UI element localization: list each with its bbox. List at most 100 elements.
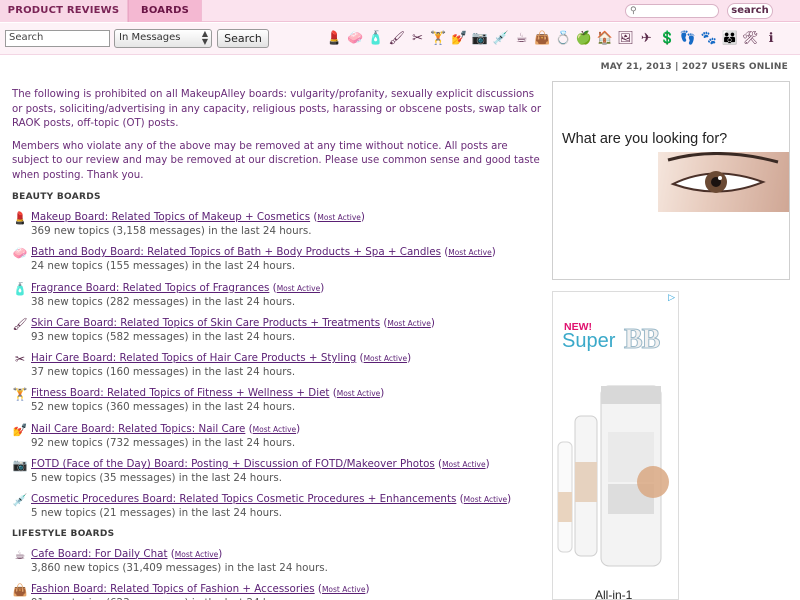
board-link[interactable]: Cosmetic Procedures Board: Related Topic… bbox=[31, 493, 456, 505]
search-scope-value: In Messages bbox=[119, 32, 181, 43]
board-icon: 📷 bbox=[12, 458, 28, 473]
board-link[interactable]: FOTD (Face of the Day) Board: Posting + … bbox=[31, 458, 435, 470]
board-stats: 52 new topics (360 messages) in the last… bbox=[31, 401, 296, 414]
most-active-link[interactable]: Most Active bbox=[448, 248, 492, 257]
paren-close: ) bbox=[507, 493, 512, 506]
frame-icon[interactable]: 🖼 bbox=[615, 28, 636, 48]
board-item: 💄 Makeup Board: Related Topics of Makeup … bbox=[12, 210, 542, 245]
advertisement-banner[interactable]: What are you looking for? bbox=[552, 81, 790, 280]
board-icon: 🏋 bbox=[12, 387, 28, 402]
paw-icon[interactable]: 🐾 bbox=[698, 28, 719, 48]
most-active-link[interactable]: Most Active bbox=[253, 425, 297, 434]
board-link[interactable]: Bath and Body Board: Related Topics of B… bbox=[31, 246, 441, 258]
nail-polish-icon[interactable]: 💅 bbox=[449, 28, 470, 48]
ring-icon[interactable]: 💍 bbox=[553, 28, 574, 48]
soap-icon[interactable]: 🧼 bbox=[345, 28, 366, 48]
board-stats: 5 new topics (21 messages) in the last 2… bbox=[31, 507, 283, 520]
paren-open: ( bbox=[245, 422, 253, 435]
board-icon: 👜 bbox=[12, 582, 28, 597]
tab-product-reviews[interactable]: PRODUCT REVIEWS bbox=[0, 0, 128, 22]
site-search-input[interactable]: ⚲ bbox=[625, 4, 719, 18]
lifestyle-boards-heading: LIFESTYLE BOARDS bbox=[12, 528, 115, 539]
paren-close: ) bbox=[380, 387, 385, 400]
most-active-link[interactable]: Most Active bbox=[337, 389, 381, 398]
most-active-link[interactable]: Most Active bbox=[387, 319, 431, 328]
board-icon: 💅 bbox=[12, 422, 28, 437]
skincare-tube-icon[interactable]: 🖌 bbox=[386, 28, 407, 48]
paren-open: ( bbox=[167, 547, 175, 560]
board-search-button[interactable]: Search bbox=[217, 29, 269, 48]
board-link[interactable]: Nail Care Board: Related Topics: Nail Ca… bbox=[31, 423, 245, 435]
paren-close: ) bbox=[218, 547, 223, 560]
board-link[interactable]: Cafe Board: For Daily Chat bbox=[31, 548, 168, 560]
board-stats: 92 new topics (732 messages) in the last… bbox=[31, 436, 296, 449]
board-item: 💅 Nail Care Board: Related Topics: Nail C… bbox=[12, 422, 542, 457]
ad-headline: What are you looking for? bbox=[562, 131, 728, 147]
site-search-button[interactable]: search bbox=[727, 3, 773, 19]
paren-close: ) bbox=[320, 281, 325, 294]
most-active-link[interactable]: Most Active bbox=[442, 460, 486, 469]
board-stats: 369 new topics (3,158 messages) in the l… bbox=[31, 225, 312, 237]
paren-open: ( bbox=[314, 582, 322, 595]
most-active-link[interactable]: Most Active bbox=[364, 354, 408, 363]
tools-icon[interactable]: 🛠 bbox=[740, 28, 761, 48]
most-active-link[interactable]: Most Active bbox=[322, 585, 366, 594]
perfume-icon[interactable]: 🧴 bbox=[366, 28, 387, 48]
lifestyle-boards-list: ☕ Cafe Board: For Daily Chat (Most Active… bbox=[12, 547, 542, 600]
comb-icon[interactable]: ✂ bbox=[407, 28, 428, 48]
handbag-icon[interactable]: 👜 bbox=[532, 28, 553, 48]
house-icon[interactable]: 🏠 bbox=[594, 28, 615, 48]
ad-super-label: Super bbox=[562, 330, 616, 352]
board-link[interactable]: Fitness Board: Related Topics of Fitness… bbox=[31, 387, 329, 399]
adchoices-icon[interactable]: ▷ bbox=[668, 293, 675, 303]
tab-boards[interactable]: BOARDS bbox=[128, 0, 202, 22]
apple-icon[interactable]: 🍏 bbox=[574, 28, 595, 48]
select-arrows-icon: ▲ ▼ bbox=[201, 29, 208, 46]
board-link[interactable]: Fragrance Board: Related Topics of Fragr… bbox=[31, 282, 269, 294]
syringe-icon[interactable]: 💉 bbox=[490, 28, 511, 48]
search-icon: ⚲ bbox=[630, 6, 637, 16]
moderation-paragraph: Members who violate any of the above may… bbox=[12, 140, 540, 181]
most-active-link[interactable]: Most Active bbox=[464, 495, 508, 504]
board-link[interactable]: Makeup Board: Related Topics of Makeup +… bbox=[31, 211, 310, 223]
board-icon: 🧴 bbox=[12, 281, 28, 296]
footprints-icon[interactable]: 👣 bbox=[678, 28, 699, 48]
board-stats: 37 new topics (160 messages) in the last… bbox=[31, 366, 296, 379]
board-search-input[interactable]: Search bbox=[5, 30, 110, 47]
most-active-link[interactable]: Most Active bbox=[317, 213, 361, 222]
board-stats: 3,860 new topics (31,409 messages) in th… bbox=[31, 561, 328, 574]
board-icon: 💄 bbox=[12, 211, 28, 225]
board-stats: 5 new topics (35 messages) in the last 2… bbox=[31, 472, 283, 485]
family-icon[interactable]: 👪 bbox=[719, 28, 740, 48]
board-icon: 🖌 bbox=[12, 316, 28, 331]
ad-bottom-text: All-in-1 bbox=[595, 588, 633, 600]
paren-open: ( bbox=[329, 387, 337, 400]
paren-close: ) bbox=[365, 582, 370, 595]
board-stats: 38 new topics (282 messages) in the last… bbox=[31, 295, 296, 308]
camera-icon[interactable]: 📷 bbox=[470, 28, 491, 48]
ad-eye-image bbox=[658, 152, 789, 212]
board-item: 👜 Fashion Board: Related Topics of Fashio… bbox=[12, 582, 542, 600]
date-users-online: MAY 21, 2013 | 2027 USERS ONLINE bbox=[600, 62, 788, 72]
money-icon[interactable]: 💲 bbox=[657, 28, 678, 48]
lipstick-icon[interactable]: 💄 bbox=[324, 28, 345, 48]
fitness-icon[interactable]: 🏋 bbox=[428, 28, 449, 48]
paren-open: ( bbox=[269, 281, 277, 294]
search-scope-select[interactable]: In Messages ▲ ▼ bbox=[114, 29, 212, 48]
board-icon-row: 💄 🧼 🧴 🖌 ✂ 🏋 💅 📷 💉 ☕ 👜 💍 🍏 🏠 🖼 ✈ 💲 👣 🐾 👪 🛠 ℹ bbox=[324, 28, 782, 50]
board-link[interactable]: Fashion Board: Related Topics of Fashion… bbox=[31, 583, 315, 595]
info-icon[interactable]: ℹ bbox=[761, 28, 782, 48]
board-item: 🧼 Bath and Body Board: Related Topics of … bbox=[12, 245, 542, 280]
airplane-icon[interactable]: ✈ bbox=[636, 28, 657, 48]
paren-open: ( bbox=[456, 493, 464, 506]
board-item: 💉 Cosmetic Procedures Board: Related Topi… bbox=[12, 492, 542, 527]
advertisement-skyscraper[interactable]: ▷ NEW! Super BB All-in-1 bbox=[552, 291, 679, 600]
most-active-link[interactable]: Most Active bbox=[277, 284, 321, 293]
board-icon: 💉 bbox=[12, 493, 28, 508]
top-nav: PRODUCT REVIEWS BOARDS ⚲ search bbox=[0, 0, 800, 22]
board-link[interactable]: Hair Care Board: Related Topics of Hair … bbox=[31, 352, 356, 364]
most-active-link[interactable]: Most Active bbox=[175, 550, 219, 559]
ad-bb-label: BB bbox=[623, 324, 660, 356]
board-link[interactable]: Skin Care Board: Related Topics of Skin … bbox=[31, 317, 380, 329]
cafe-icon[interactable]: ☕ bbox=[511, 28, 532, 48]
